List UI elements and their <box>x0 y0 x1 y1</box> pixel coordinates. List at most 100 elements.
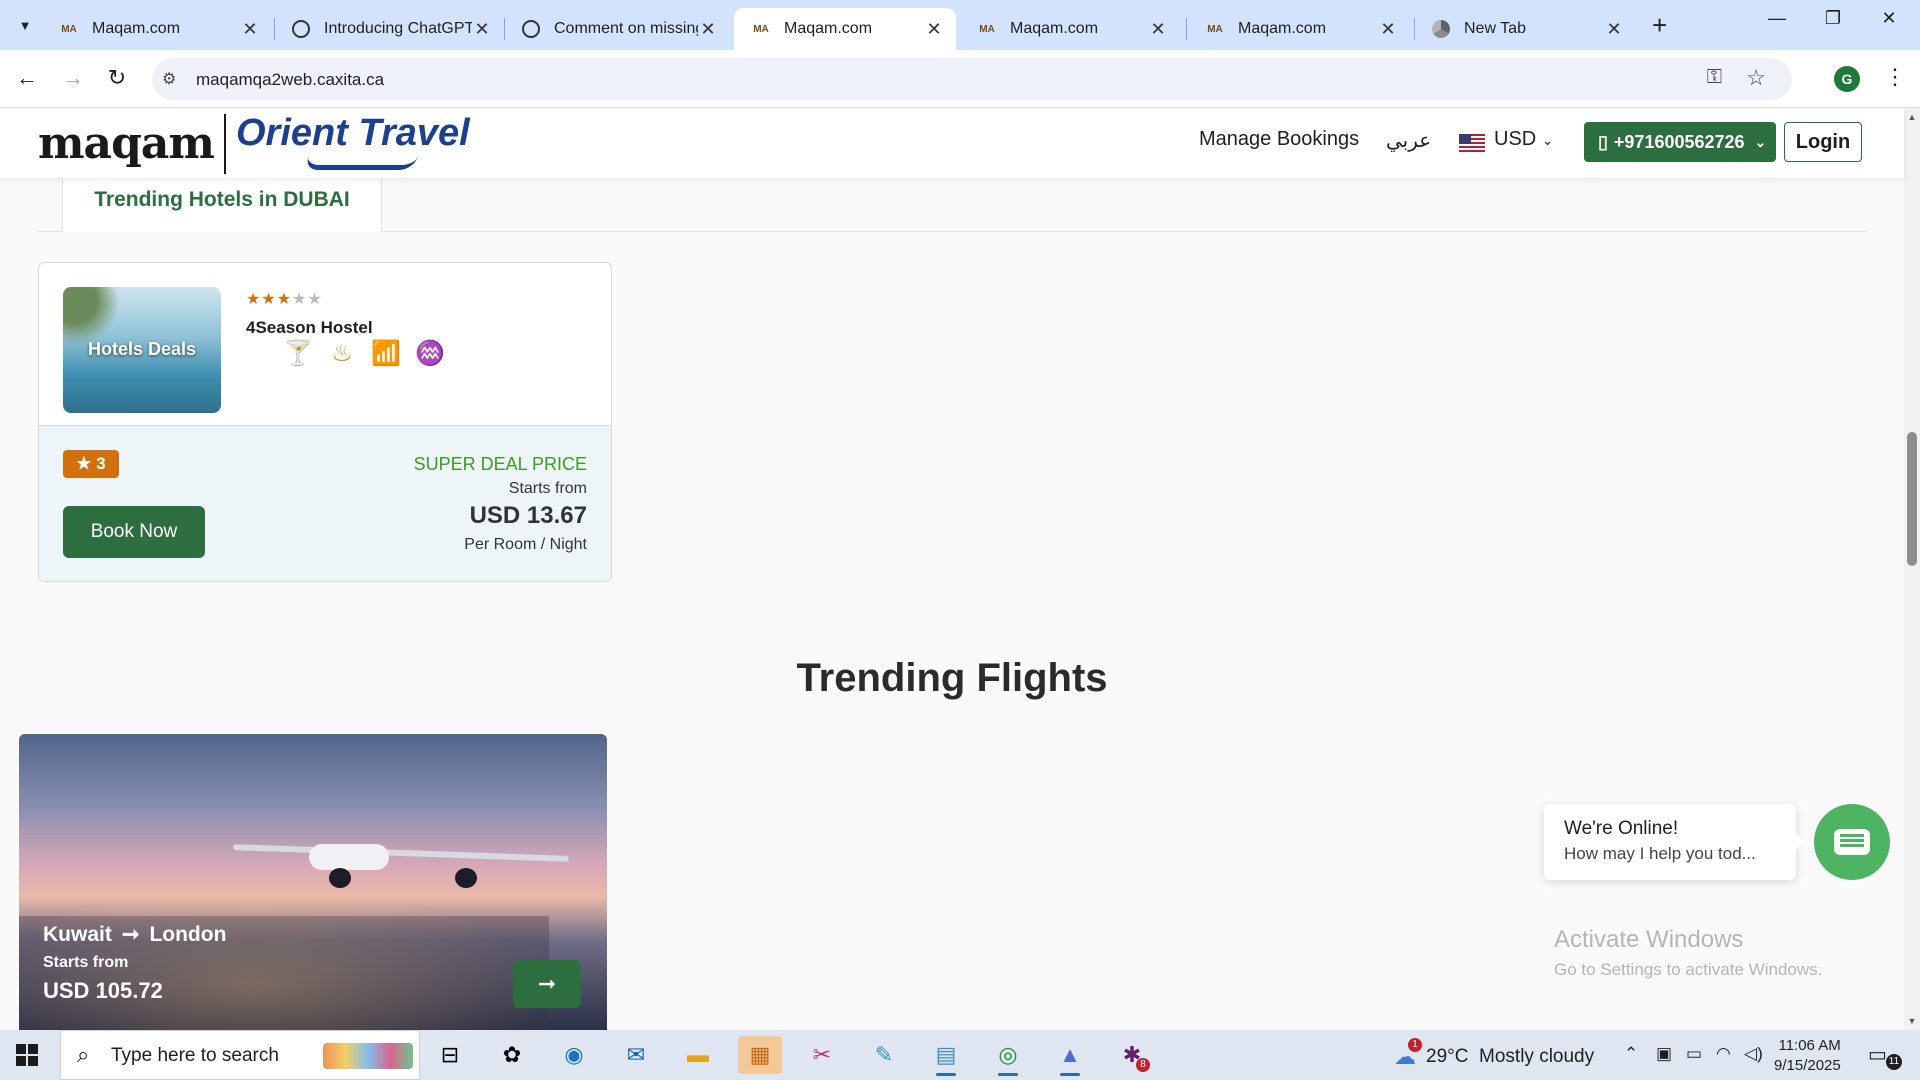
cocktail-icon: 🍸 <box>283 340 313 367</box>
airplane-wing <box>232 844 570 862</box>
phone-number: +971600562726 <box>1613 131 1745 152</box>
close-tab-icon[interactable]: ✕ <box>1148 19 1168 40</box>
browser-tab[interactable]: MA Maqam.com ✕ <box>42 8 272 50</box>
reload-icon[interactable]: ↻ <box>102 63 132 93</box>
file-explorer-icon[interactable]: ▬ <box>676 1036 720 1074</box>
tab-separator <box>1186 18 1187 40</box>
url-text[interactable]: maqamqa2web.caxita.ca <box>196 70 384 90</box>
browser-tab[interactable]: Comment on missing ✕ <box>504 8 730 50</box>
tab-trending-hotels-dubai[interactable]: Trending Hotels in DUBAI <box>62 178 382 232</box>
close-tab-icon[interactable]: ✕ <box>1604 19 1624 40</box>
flight-route: Kuwait ➞ London <box>43 922 226 947</box>
close-window-icon[interactable]: ✕ <box>1866 8 1912 29</box>
maqam-logo-text: maqam <box>38 118 215 169</box>
chat-greeting-bubble[interactable]: We're Online! How may I help you tod... <box>1544 804 1804 880</box>
page-scrollbar[interactable]: ▲ ▼ <box>1904 108 1920 1030</box>
us-flag-icon <box>1459 134 1485 152</box>
photos-icon[interactable]: ▲ <box>1048 1036 1092 1076</box>
per-room-night-label: Per Room / Night <box>464 536 587 553</box>
meet-now-icon[interactable]: ▣ <box>1656 1044 1672 1064</box>
paint-icon[interactable]: ✎ <box>862 1036 906 1074</box>
address-bar[interactable]: ⚙ maqamqa2web.caxita.ca ⚿ ☆ <box>152 58 1792 100</box>
slack-icon[interactable]: ✱ 8 <box>1110 1036 1154 1074</box>
scroll-down-arrow-icon[interactable]: ▼ <box>1904 1016 1920 1026</box>
taskbar-search-box[interactable]: ⌕ Type here to search <box>60 1030 420 1080</box>
show-hidden-icons-chevron-icon[interactable]: ⌃ <box>1624 1044 1638 1064</box>
scrollbar-thumb[interactable] <box>1907 432 1917 566</box>
task-view-icon[interactable]: ⊟ <box>428 1036 472 1074</box>
weather-widget[interactable]: ☁ 1 29°C Mostly cloudy <box>1394 1038 1594 1070</box>
currency-selector[interactable]: USD ⌄ <box>1494 128 1554 151</box>
scroll-up-arrow-icon[interactable]: ▲ <box>1904 112 1920 122</box>
web-page: maqam Orient Travel Manage Bookings عربي… <box>0 108 1920 1030</box>
logo-swoosh <box>303 156 419 170</box>
maqam-logo[interactable]: maqam <box>38 118 215 169</box>
browser-tab[interactable]: New Tab ✕ <box>1414 8 1636 50</box>
notification-count-badge: 11 <box>1886 1054 1902 1070</box>
close-tab-icon[interactable]: ✕ <box>240 19 260 40</box>
profile-avatar[interactable]: G <box>1834 66 1860 92</box>
site-settings-icon[interactable]: ⚙ <box>162 69 176 89</box>
password-key-icon[interactable]: ⚿ <box>1707 66 1722 89</box>
close-tab-icon[interactable]: ✕ <box>1378 19 1398 40</box>
notification-center-icon[interactable]: ▭ 11 <box>1868 1042 1902 1070</box>
starts-from-label: Starts from <box>508 480 587 497</box>
mobile-phone-icon: ▯ <box>1598 131 1608 152</box>
calculator-icon[interactable]: ▦ <box>738 1036 782 1074</box>
currency-label: USD <box>1494 128 1537 150</box>
close-tab-icon[interactable]: ✕ <box>472 19 492 40</box>
browser-tab[interactable]: Introducing ChatGPT ✕ <box>274 8 504 50</box>
volume-icon[interactable]: ◁) <box>1744 1044 1763 1064</box>
browser-tab-active[interactable]: MA Maqam.com ✕ <box>734 8 956 50</box>
battery-icon[interactable]: ▭ <box>1686 1044 1702 1064</box>
tab-search-dropdown[interactable]: ▼ <box>8 9 42 41</box>
tab-title: Introducing ChatGPT <box>324 20 472 37</box>
browser-tab[interactable]: MA Maqam.com ✕ <box>960 8 1180 50</box>
restore-window-icon[interactable]: ❐ <box>1810 8 1856 29</box>
chrome-icon[interactable]: ◎ <box>986 1036 1030 1076</box>
snipping-tool-icon[interactable]: ✂ <box>800 1036 844 1074</box>
new-tab-plus-icon[interactable]: + <box>1652 10 1667 41</box>
running-indicator <box>936 1073 956 1076</box>
slack-badge: 8 <box>1136 1058 1150 1072</box>
super-deal-label: SUPER DEAL PRICE <box>413 454 587 474</box>
minimize-icon[interactable]: — <box>1754 8 1800 29</box>
taskbar-search-placeholder: Type here to search <box>111 1045 279 1066</box>
browser-tab[interactable]: MA Maqam.com ✕ <box>1188 8 1410 50</box>
forward-arrow-icon[interactable]: → <box>58 63 88 93</box>
manage-bookings-link[interactable]: Manage Bookings <box>1199 128 1359 151</box>
airplane-engine <box>455 868 477 888</box>
language-switch-link[interactable]: عربي <box>1386 128 1431 153</box>
book-now-button[interactable]: Book Now <box>63 506 205 558</box>
browser-tab-strip: ▼ MA Maqam.com ✕ Introducing ChatGPT ✕ C… <box>0 0 1920 50</box>
browser-menu-icon[interactable]: ⋮ <box>1884 64 1906 90</box>
hotel-name[interactable]: 4Season Hostel <box>246 318 373 338</box>
flight-card[interactable]: Kuwait ➞ London Starts from USD 105.72 ➞ <box>19 734 607 1030</box>
weather-temperature: 29°C <box>1426 1046 1469 1067</box>
trending-flights-heading: Trending Flights <box>796 656 1108 700</box>
edge-browser-icon[interactable]: ◉ <box>552 1036 596 1074</box>
star-icon: ★ <box>76 454 92 473</box>
notepad-icon[interactable]: ▤ <box>924 1036 968 1076</box>
search-highlight-graphic <box>323 1043 413 1069</box>
back-arrow-icon[interactable]: ← <box>12 63 42 93</box>
copilot-icon[interactable]: ✿ <box>490 1036 534 1074</box>
orient-travel-logo[interactable]: Orient Travel <box>236 112 470 170</box>
chat-title: We're Online! <box>1564 818 1679 839</box>
login-button[interactable]: Login <box>1784 122 1862 162</box>
wifi-icon[interactable]: ◠ <box>1716 1044 1731 1064</box>
bookmark-star-icon[interactable]: ☆ <box>1746 65 1766 91</box>
phone-contact-button[interactable]: ▯ +971600562726 ⌄ <box>1584 122 1776 162</box>
hotel-image[interactable]: Hotels Deals <box>63 287 221 413</box>
tab-title: Maqam.com <box>1238 20 1327 37</box>
close-tab-icon[interactable]: ✕ <box>698 19 718 40</box>
windows-start-icon[interactable] <box>16 1044 38 1066</box>
star-empty-icon: ★★ <box>292 291 323 308</box>
flight-go-button[interactable]: ➞ <box>513 960 581 1008</box>
system-clock[interactable]: 11:06 AM 9/15/2025 <box>1774 1036 1841 1076</box>
outlook-icon[interactable]: ✉ <box>614 1036 658 1074</box>
close-tab-icon[interactable]: ✕ <box>924 19 944 40</box>
site-header: maqam Orient Travel Manage Bookings عربي… <box>0 108 1904 178</box>
open-chat-button[interactable] <box>1814 804 1890 880</box>
hotel-price: USD 13.67 <box>469 502 587 529</box>
